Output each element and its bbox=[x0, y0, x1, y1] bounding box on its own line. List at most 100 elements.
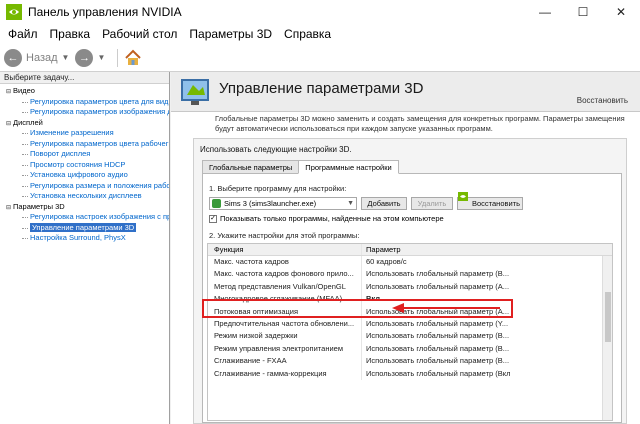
forward-arrow-icon[interactable]: → bbox=[75, 48, 94, 67]
chevron-down-icon: ▼ bbox=[347, 200, 354, 207]
panel-title: Использовать следующие настройки 3D. bbox=[200, 145, 352, 154]
collapse-icon[interactable]: ⊟ bbox=[6, 119, 13, 129]
tree-category-3d[interactable]: ⊟ Параметры 3D bbox=[0, 202, 169, 213]
setting-value[interactable]: Использовать глобальный параметр (В... bbox=[362, 330, 510, 342]
setting-value[interactable]: Использовать глобальный параметр (Вкл) bbox=[362, 368, 510, 380]
setting-function: Предпочтительная частота обновлени... bbox=[208, 317, 362, 331]
tree-item[interactable]: Регулировка параметров изображения д bbox=[0, 107, 169, 118]
tree-item[interactable]: Регулировка параметров цвета рабочег bbox=[0, 139, 169, 150]
tree-item-label: Установка цифрового аудио bbox=[30, 170, 128, 179]
table-row[interactable]: Метод представления Vulkan/OpenGL Использ… bbox=[208, 280, 612, 294]
table-row[interactable]: Предпочтительная частота обновлени... Исп… bbox=[208, 317, 612, 331]
tree-item[interactable]: Просмотр состояния HDCP bbox=[0, 160, 169, 171]
tree-item-label: Регулировка параметров цвета для вид bbox=[30, 96, 169, 106]
restore-defaults-link[interactable]: Восстановить bbox=[577, 96, 628, 105]
show-only-checkbox-row[interactable]: ✓ Показывать только программы, найденные … bbox=[209, 214, 444, 224]
tree-item-label: Просмотр состояния HDCP bbox=[30, 159, 126, 169]
setting-function: Сглаживание - гамма-коррекция bbox=[208, 367, 362, 380]
tree-item[interactable]: Установка цифрового аудио bbox=[0, 170, 169, 181]
table-row[interactable]: Макс. частота кадров 60 кадров/с bbox=[208, 256, 612, 269]
menu-help[interactable]: Справка bbox=[278, 27, 337, 41]
3d-settings-icon bbox=[181, 79, 209, 105]
page-banner: Управление параметрами 3D Восстановить bbox=[171, 72, 640, 112]
tree-item-label: Изменение разрешения bbox=[30, 128, 114, 137]
table-header: Функция Параметр bbox=[208, 244, 612, 256]
table-scrollbar[interactable] bbox=[602, 256, 612, 420]
setting-value[interactable]: Использовать глобальный параметр (В... bbox=[362, 268, 510, 280]
setting-function: Сглаживание - FXAA bbox=[208, 355, 362, 368]
setting-value[interactable]: Использовать глобальный параметр (А... bbox=[362, 281, 510, 293]
tree-item[interactable]: Настройка Surround, PhysX bbox=[0, 233, 169, 244]
description-line-1: Глобальные параметры 3D можно заменить и… bbox=[215, 114, 625, 123]
setting-function: Макс. частота кадров bbox=[208, 256, 362, 269]
tree-item[interactable]: Регулировка параметров цвета для вид bbox=[0, 97, 169, 108]
back-arrow-icon[interactable]: ← bbox=[4, 48, 22, 67]
tab-program-settings[interactable]: Программные настройки bbox=[298, 160, 399, 174]
home-icon[interactable] bbox=[124, 49, 142, 67]
add-button[interactable]: Добавить bbox=[361, 197, 407, 210]
tree-item[interactable]: Поворот дисплея bbox=[0, 149, 169, 160]
setting-value[interactable]: Использовать глобальный параметр (В... bbox=[362, 343, 510, 355]
setting-function: Режим управления электропитанием bbox=[208, 342, 362, 356]
table-row[interactable]: Сглаживание - гамма-коррекция Использоват… bbox=[208, 367, 612, 380]
highlight-arrow-icon bbox=[392, 303, 500, 313]
tab-strip: Глобальные параметры Программные настрой… bbox=[202, 160, 399, 174]
menu-3d-settings[interactable]: Параметры 3D bbox=[183, 27, 278, 41]
tree-item[interactable]: Регулировка настроек изображения с пр bbox=[0, 212, 169, 223]
setting-value[interactable]: 60 кадров/с bbox=[362, 256, 510, 268]
checkbox-checked-icon[interactable]: ✓ bbox=[209, 215, 217, 224]
window-title: Панель управления NVIDIA bbox=[28, 5, 182, 19]
nvidia-control-panel-window: Панель управления NVIDIA — ☐ ✕ Файл Прав… bbox=[0, 0, 640, 424]
tree-item-selected[interactable]: Управление параметрами 3D bbox=[0, 222, 169, 234]
column-header-function: Функция bbox=[208, 244, 362, 255]
minimize-button[interactable]: — bbox=[530, 0, 560, 24]
maximize-button[interactable]: ☐ bbox=[568, 0, 598, 24]
tree-item[interactable]: Установка нескольких дисплеев bbox=[0, 191, 169, 202]
tree-item-label: Регулировка параметров изображения д bbox=[30, 107, 169, 116]
main-content: Управление параметрами 3D Восстановить Г… bbox=[171, 72, 640, 424]
tree-item-label: Поворот дисплея bbox=[30, 149, 91, 158]
restore-button-label: Восстановить bbox=[471, 199, 521, 208]
menu-desktop[interactable]: Рабочий стол bbox=[96, 27, 183, 41]
program-select-value: Sims 3 (sims3launcher.exe) bbox=[224, 199, 317, 208]
tree-category-label: Дисплей bbox=[13, 117, 43, 127]
table-row[interactable]: Макс. частота кадров фонового прило... Ис… bbox=[208, 268, 612, 281]
sidebar-header: Выберите задачу... bbox=[0, 72, 169, 84]
nvidia-app-icon bbox=[6, 4, 22, 20]
delete-button[interactable]: Удалить bbox=[411, 197, 453, 210]
setting-value[interactable]: Использовать глобальный параметр (Y... bbox=[362, 318, 510, 330]
title-bar: Панель управления NVIDIA — ☐ ✕ bbox=[0, 0, 640, 24]
tab-global-settings[interactable]: Глобальные параметры bbox=[202, 160, 300, 174]
setting-value[interactable]: Использовать глобальный параметр (В... bbox=[362, 355, 510, 367]
tree-item[interactable]: Изменение разрешения bbox=[0, 128, 169, 139]
page-description: Глобальные параметры 3D можно заменить и… bbox=[215, 114, 635, 133]
step2-label: 2. Укажите настройки для этой программы: bbox=[209, 231, 360, 240]
table-row[interactable]: Режим низкой задержки Использовать глобал… bbox=[208, 330, 612, 343]
tab-body: 1. Выберите программу для настройки: Sim… bbox=[202, 173, 622, 423]
table-row[interactable]: Режим управления электропитанием Использо… bbox=[208, 342, 612, 356]
tree-category-video[interactable]: ⊟ Видео bbox=[0, 86, 169, 97]
collapse-icon[interactable]: ⊟ bbox=[6, 87, 13, 97]
tree-category-label: Параметры 3D bbox=[13, 201, 65, 211]
forward-dropdown-icon[interactable]: ▼ bbox=[97, 53, 105, 62]
collapse-icon[interactable]: ⊟ bbox=[6, 203, 13, 213]
settings-panel: Использовать следующие настройки 3D. Гло… bbox=[193, 138, 627, 424]
scrollbar-thumb[interactable] bbox=[605, 292, 611, 342]
menu-file[interactable]: Файл bbox=[2, 27, 44, 41]
column-header-parameter: Параметр bbox=[366, 245, 401, 254]
back-button-label[interactable]: Назад bbox=[26, 52, 58, 64]
program-select[interactable]: Sims 3 (sims3launcher.exe) ▼ bbox=[209, 197, 357, 210]
tree-item-label: Управление параметрами 3D bbox=[30, 222, 137, 232]
menu-edit[interactable]: Правка bbox=[44, 27, 97, 41]
setting-function: Метод представления Vulkan/OpenGL bbox=[208, 280, 362, 294]
tree-item-label: Регулировка размера и положения рабо bbox=[30, 180, 169, 190]
tree-item[interactable]: Регулировка размера и положения рабо bbox=[0, 181, 169, 192]
task-sidebar: Выберите задачу... ⊟ Видео Регулировка па… bbox=[0, 72, 170, 424]
table-row[interactable]: Сглаживание - FXAA Использовать глобальны… bbox=[208, 355, 612, 368]
setting-function: Режим низкой задержки bbox=[208, 330, 362, 343]
tree-category-display[interactable]: ⊟ Дисплей bbox=[0, 118, 169, 129]
show-only-label: Показывать только программы, найденные н… bbox=[220, 214, 444, 223]
tree-item-label: Настройка Surround, PhysX bbox=[30, 233, 126, 242]
back-dropdown-icon[interactable]: ▼ bbox=[62, 53, 70, 62]
close-button[interactable]: ✕ bbox=[606, 0, 636, 24]
